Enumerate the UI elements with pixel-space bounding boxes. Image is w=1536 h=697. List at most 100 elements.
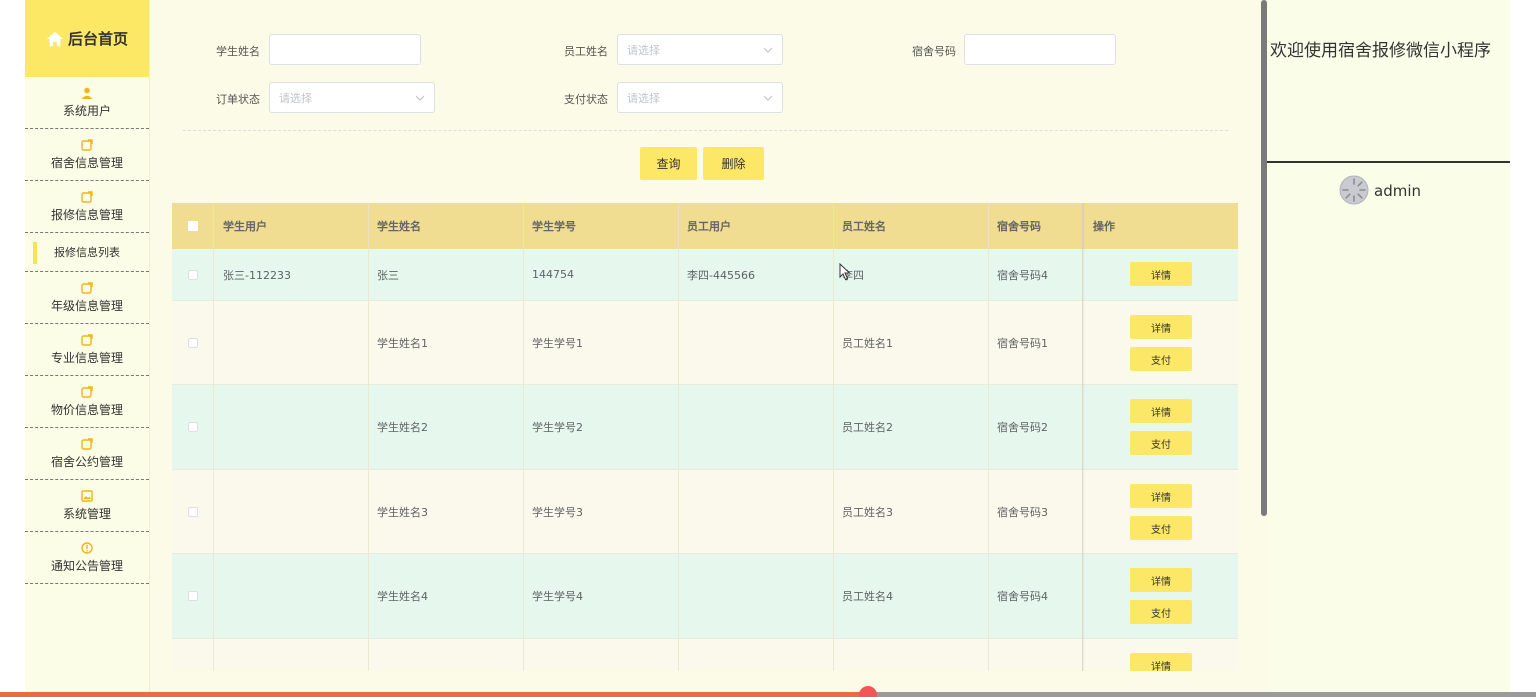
cell-student-no: 144754 [524,249,679,300]
cell-staff-user [679,470,834,553]
sidebar-home[interactable]: 后台首页 [25,0,149,77]
cell-staff-name: 员工姓名3 [834,470,989,553]
cell-student-name [369,639,524,671]
detail-button[interactable]: 详情 [1130,262,1192,286]
cell-actions: 详情 支付 [1083,554,1238,638]
header-student-no: 学生学号 [524,203,679,249]
pay-button[interactable]: 支付 [1130,431,1192,455]
chevron-down-icon [415,95,425,101]
sidebar-item-grade-info[interactable]: 年级信息管理 [25,272,149,324]
cell-student-user: 张三-112233 [214,249,369,300]
sidebar-item-system-users[interactable]: 系统用户 [25,77,149,129]
sidebar-item-label: 年级信息管理 [50,298,123,313]
detail-button[interactable]: 详情 [1130,399,1192,423]
staff-name-placeholder: 请选择 [627,43,660,57]
row-select-cell [172,639,214,671]
table-row: 学生姓名1 学生学号1 员工姓名1 宿舍号码1 详情 支付 [172,301,1238,385]
row-checkbox[interactable] [187,422,198,432]
header-staff-name: 员工姓名 [834,203,989,249]
dorm-no-input[interactable] [964,34,1116,65]
sidebar-item-notice-management[interactable]: 通知公告管理 [25,532,149,584]
cell-student-user [214,385,369,469]
sidebar-subitem-repair-list[interactable]: 报修信息列表 [25,233,149,272]
edit-icon [81,333,93,346]
cell-staff-name [834,639,989,671]
fixed-column-shadow [1082,203,1085,671]
avatar[interactable] [1339,175,1369,205]
sidebar-item-system-management[interactable]: 系统管理 [25,480,149,532]
right-edge [1510,0,1536,697]
pay-status-select[interactable]: 请选择 [617,82,783,113]
cell-student-no: 学生学号3 [524,470,679,553]
order-status-label: 订单状态 [216,93,260,106]
home-icon [46,31,64,46]
cell-actions: 详情 支付 [1083,385,1238,469]
pay-button[interactable]: 支付 [1130,600,1192,624]
sidebar-item-label: 系统管理 [62,506,111,521]
cell-student-user [214,554,369,638]
detail-button[interactable]: 详情 [1130,653,1192,671]
right-panel: 欢迎使用宿舍报修微信小程序 admin [1267,0,1510,697]
header-student-name: 学生姓名 [369,203,524,249]
cell-student-user [214,470,369,553]
table-row: 张三-112233 张三 144754 李四-445566 李四 宿舍号码4 详… [172,249,1238,301]
cell-staff-name: 李四 [834,249,989,300]
sidebar-item-price-info[interactable]: 物价信息管理 [25,376,149,428]
sidebar-item-label: 专业信息管理 [50,350,123,365]
pay-button[interactable]: 支付 [1130,347,1192,371]
sidebar-item-major-info[interactable]: 专业信息管理 [25,324,149,376]
delete-button[interactable]: 删除 [703,147,764,180]
edit-icon [81,437,93,450]
table-row: 学生姓名2 学生学号2 员工姓名2 宿舍号码2 详情 支付 [172,385,1238,470]
staff-name-select[interactable]: 请选择 [617,34,783,65]
row-checkbox[interactable] [187,506,198,517]
edit-icon [81,190,93,203]
header-staff-user: 员工用户 [679,203,834,249]
video-progress-handle[interactable] [858,686,877,697]
cell-actions: 详情 [1083,639,1238,671]
cell-dorm-no: 宿舍号码4 [989,554,1083,638]
staff-name-label: 员工姓名 [564,45,608,58]
detail-button[interactable]: 详情 [1130,315,1192,339]
pay-button[interactable]: 支付 [1130,516,1192,540]
info-icon [81,541,93,554]
cell-actions: 详情 支付 [1083,470,1238,553]
query-button[interactable]: 查询 [640,147,697,180]
sidebar-item-dorm-info[interactable]: 宿舍信息管理 [25,129,149,181]
edit-icon [81,385,93,398]
chevron-down-icon [763,47,773,53]
row-select-cell [172,249,214,300]
student-name-input[interactable] [269,34,421,65]
sidebar: 后台首页 系统用户 宿舍信息管理 报修信息管理 报修信息列表 年级信息管理 专业… [25,0,150,697]
row-checkbox[interactable] [187,591,198,601]
cell-student-no [524,639,679,671]
left-gutter [0,0,25,697]
table-row: 学生姓名4 学生学号4 员工姓名4 宿舍号码4 详情 支付 [172,554,1238,639]
detail-button[interactable]: 详情 [1130,484,1192,508]
cell-staff-user [679,301,834,384]
cell-student-no: 学生学号4 [524,554,679,638]
cell-dorm-no: 宿舍号码4 [989,249,1083,300]
row-select-cell [172,554,214,638]
repair-table: 学生用户 学生姓名 学生学号 员工用户 员工姓名 宿舍号码 操作 张三-1122… [172,203,1238,671]
user-icon [81,87,93,99]
active-indicator [33,242,37,264]
table-row: 学生姓名3 学生学号3 员工姓名3 宿舍号码3 详情 支付 [172,470,1238,554]
sidebar-item-label: 宿舍公约管理 [50,454,123,469]
right-panel-divider [1267,161,1510,163]
cell-student-name: 学生姓名1 [369,301,524,384]
detail-button[interactable]: 详情 [1130,568,1192,592]
sidebar-item-repair-info[interactable]: 报修信息管理 [25,181,149,233]
select-all-checkbox[interactable] [187,221,198,231]
username[interactable]: admin [1374,182,1421,200]
row-checkbox[interactable] [187,269,198,280]
sidebar-item-dorm-rules[interactable]: 宿舍公约管理 [25,428,149,480]
row-select-cell [172,470,214,553]
table-header: 学生用户 学生姓名 学生学号 员工用户 员工姓名 宿舍号码 操作 [172,203,1238,249]
cell-student-no: 学生学号2 [524,385,679,469]
row-checkbox[interactable] [187,337,198,348]
cell-dorm-no: 宿舍号码2 [989,385,1083,469]
cell-student-name: 学生姓名3 [369,470,524,553]
order-status-select[interactable]: 请选择 [269,82,435,113]
header-dorm-no: 宿舍号码 [989,203,1083,249]
